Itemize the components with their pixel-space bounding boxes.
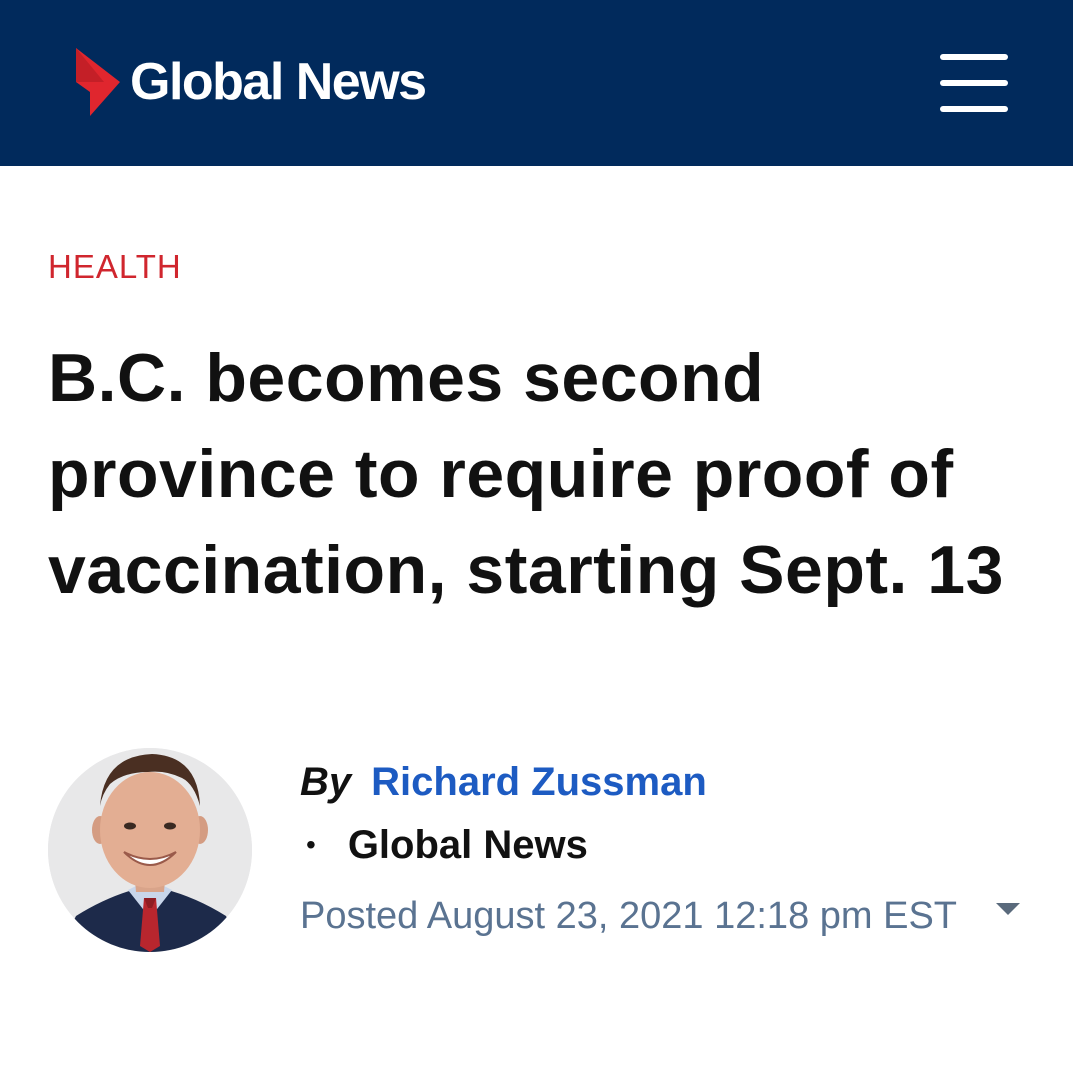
author-row: By Richard Zussman: [300, 760, 1040, 814]
global-news-logo[interactable]: Global News: [74, 48, 427, 116]
by-label: By: [300, 760, 352, 804]
author-avatar[interactable]: [48, 748, 252, 952]
bullet-separator: •: [306, 829, 316, 860]
posted-timestamp: Posted August 23, 2021 12:18 pm EST: [300, 895, 958, 937]
caret-down-icon[interactable]: [996, 903, 1020, 915]
logo-chevron-icon: [76, 48, 120, 116]
author-link[interactable]: Richard Zussman: [371, 760, 707, 805]
brand-name: Global News: [130, 53, 427, 111]
article-byline: By Richard Zussman • Global News Posted …: [300, 760, 1040, 946]
author-photo: [48, 748, 252, 952]
hamburger-menu-icon: [940, 54, 1008, 60]
menu-button[interactable]: [940, 52, 1008, 114]
source-name: Global News: [347, 822, 588, 867]
site-header: Global News: [0, 0, 1073, 166]
article-headline: B.C. becomes second province to require …: [48, 340, 1004, 608]
category-link[interactable]: HEALTH: [48, 248, 182, 286]
source-row: • Global News: [300, 814, 1040, 876]
